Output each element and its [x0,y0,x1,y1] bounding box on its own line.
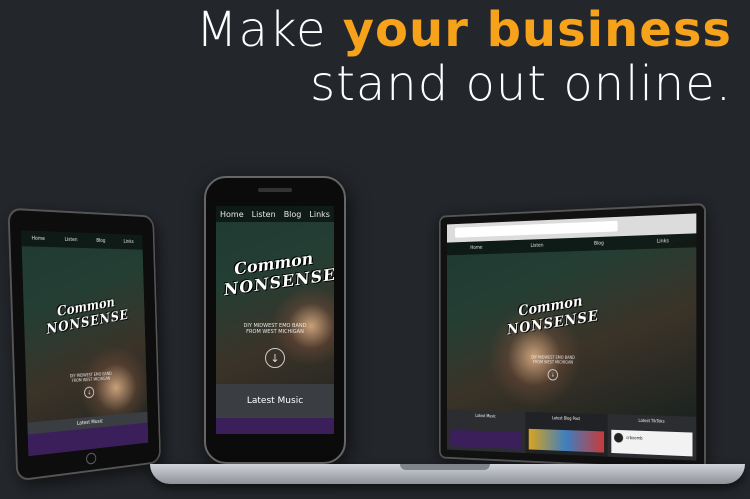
headline: Make your business stand out online. [196,2,732,112]
phone-nav-blog[interactable]: Blog [284,210,302,219]
tablet-navbar: Home Listen Blog Links [21,230,143,250]
laptop-latest-blog-title: Latest Blog Post [551,415,581,422]
phone-navbar: Home Listen Blog Links [216,206,334,222]
laptop-nav-home[interactable]: Home [470,245,482,251]
headline-prefix: Make [196,2,343,58]
arrow-down-circle-icon[interactable]: ↓ [265,348,285,368]
laptop-blog-thumbnail[interactable] [528,428,605,453]
tablet-nav-links[interactable]: Links [123,239,133,245]
laptop-base [150,464,745,484]
tablet-screen: Home Listen Blog Links Common NONSENSE D… [21,230,149,457]
phone-tagline-line-2: FROM WEST MICHIGAN [246,328,304,335]
laptop-blog-card: Latest Blog Post [525,411,608,457]
headline-accent: your business [342,2,732,58]
laptop-nav-blog[interactable]: Blog [594,241,604,247]
laptop-band-logo: Common NONSENSE [503,289,602,338]
laptop-nav-links[interactable]: Links [657,238,669,244]
phone-nav-listen[interactable]: Listen [252,210,276,219]
headline-line-1: Make your business [196,2,732,58]
tablet-device: Home Listen Blog Links Common NONSENSE D… [7,207,162,482]
phone-music-player[interactable] [216,418,334,434]
laptop-latest-music-title: Latest Music [475,413,496,419]
tablet-nav-listen[interactable]: Listen [65,237,78,243]
phone-device: Home Listen Blog Links Common NONSENSE D… [204,176,346,464]
laptop-notch [400,464,490,470]
tiktok-avatar [614,432,624,443]
tablet-home-button [86,452,97,465]
phone-tagline: DIY MIDWEST EMO BAND FROM WEST MICHIGAN [226,323,324,336]
laptop-latest-tiktoks-title: Latest TikToks [638,418,665,424]
laptop-tiktok-embed[interactable]: crboomb [611,429,693,457]
phone-speaker [258,188,292,192]
phone-screen: Home Listen Blog Links Common NONSENSE D… [216,206,334,434]
arrow-down-circle-icon[interactable]: ↓ [547,369,559,381]
laptop-music-player[interactable] [450,429,522,450]
tablet-nav-home[interactable]: Home [32,236,45,242]
headline-line-2: stand out online. [310,55,732,112]
laptop-screen: Home Listen Blog Links Common NONSENSE D… [447,233,697,417]
laptop-latest-music-card: Latest Music [447,409,526,454]
laptop-section-cards: Latest Music Latest Blog Post Latest Tik… [447,409,697,461]
phone-nav-home[interactable]: Home [220,210,244,219]
tiktok-username: crboomb [626,435,643,441]
phone-nav-links[interactable]: Links [309,210,330,219]
laptop-nav-listen[interactable]: Listen [531,243,544,249]
browser-url-bar[interactable] [455,220,618,238]
tablet-band-logo: Common NONSENSE [38,292,133,338]
phone-latest-music-title: Latest Music [216,384,334,418]
laptop-tagline: DIY MIDWEST EMO BAND FROM WEST MICHIGAN [514,355,592,365]
laptop-device: Home Listen Blog Links Common NONSENSE D… [439,203,706,471]
laptop-tiktok-card: Latest TikToks crboomb [607,414,697,461]
laptop-tagline-line-2: FROM WEST MICHIGAN [532,359,573,365]
tablet-nav-blog[interactable]: Blog [96,238,105,244]
